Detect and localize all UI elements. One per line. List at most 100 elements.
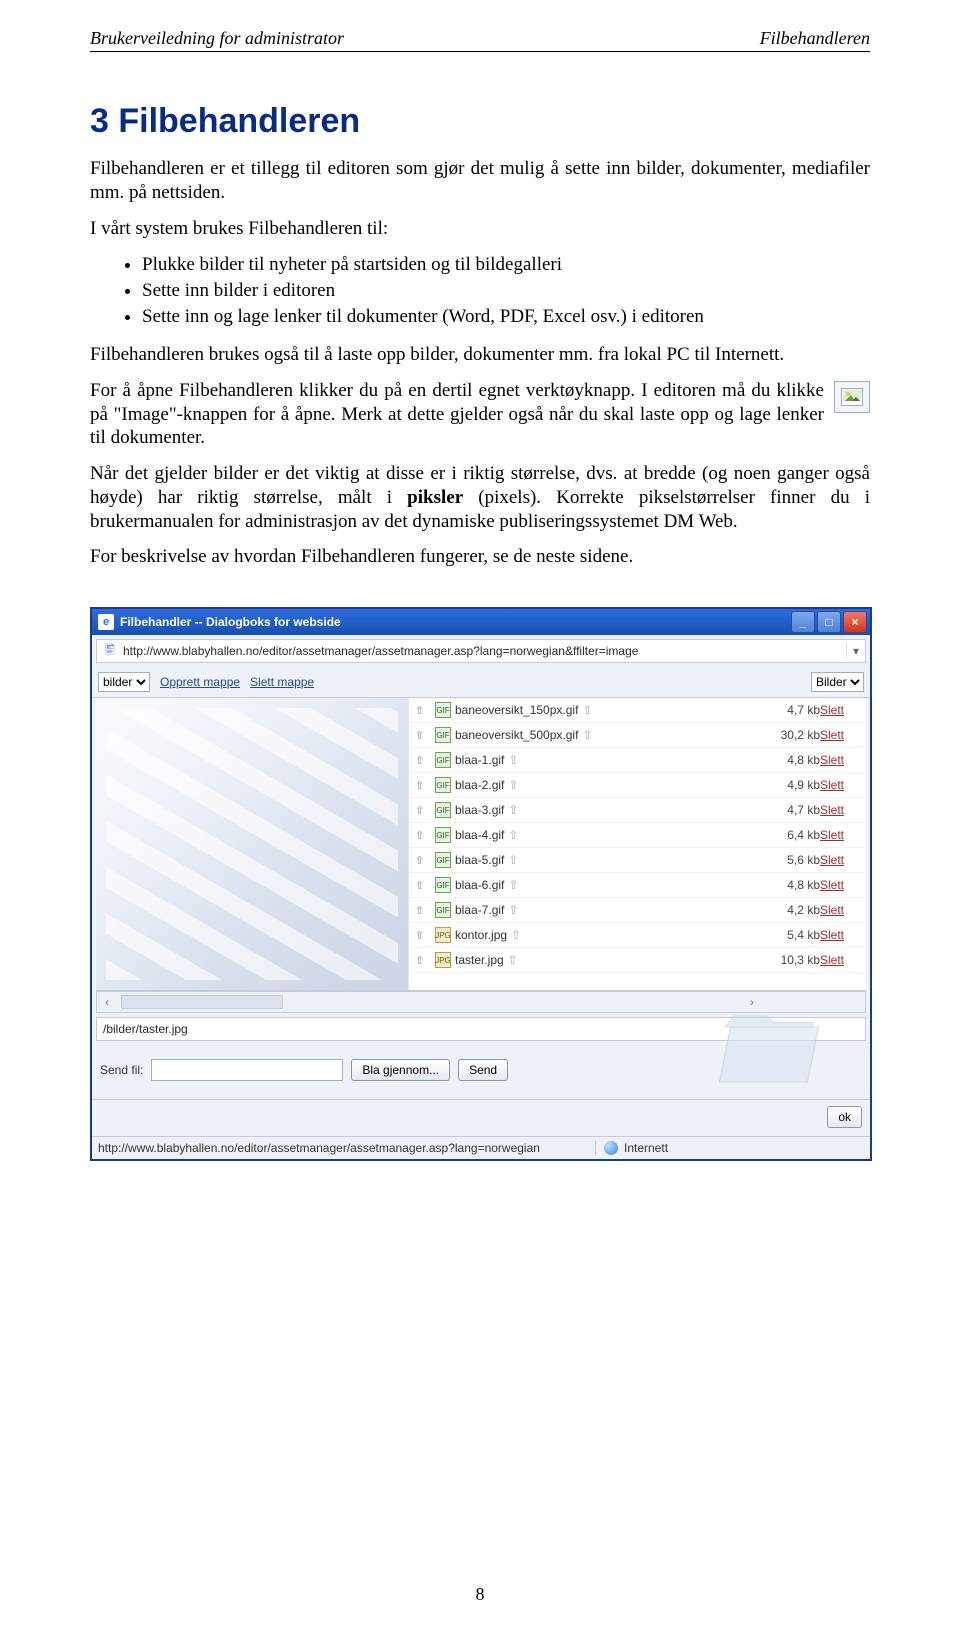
file-size: 4,2 kb	[760, 903, 820, 917]
insert-icon[interactable]: ⇧	[415, 754, 435, 767]
uses-list: Plukke bilder til nyheter på startsiden …	[90, 252, 870, 329]
create-folder-link[interactable]: Opprett mappe	[160, 675, 240, 689]
filetype-icon: GIF	[435, 702, 451, 718]
table-row[interactable]: ⇧GIFblaa-2.gif ⇧4,9 kbSlett	[409, 773, 866, 798]
insert-icon[interactable]: ⇧	[415, 729, 435, 742]
file-size: 4,7 kb	[760, 703, 820, 717]
maximize-button[interactable]: □	[817, 611, 841, 633]
file-size: 5,6 kb	[760, 853, 820, 867]
address-bar[interactable]: 🖺 http://www.blabyhallen.no/editor/asset…	[96, 639, 866, 663]
file-size: 6,4 kb	[760, 828, 820, 842]
delete-link[interactable]: Slett	[820, 903, 844, 917]
delete-link[interactable]: Slett	[820, 878, 844, 892]
header-right: Filbehandleren	[760, 28, 870, 49]
filetype-icon: GIF	[435, 752, 451, 768]
header-left: Brukerveiledning for administrator	[90, 28, 344, 49]
insert-icon[interactable]: ⇧	[415, 704, 435, 717]
file-size: 4,7 kb	[760, 803, 820, 817]
insert-icon[interactable]: ⇧	[415, 779, 435, 792]
minimize-button[interactable]: _	[791, 611, 815, 633]
filetype-icon: GIF	[435, 902, 451, 918]
folder-select[interactable]: bilder	[98, 672, 150, 692]
table-row[interactable]: ⇧GIFblaa-3.gif ⇧4,7 kbSlett	[409, 798, 866, 823]
titlebar[interactable]: e Filbehandler -- Dialogboks for webside…	[92, 609, 870, 635]
delete-link[interactable]: Slett	[820, 728, 844, 742]
file-name[interactable]: GIFblaa-6.gif ⇧	[435, 877, 760, 893]
delete-folder-link[interactable]: Slett mappe	[250, 675, 314, 689]
filetype-icon: GIF	[435, 727, 451, 743]
folder-open-icon	[714, 1003, 824, 1095]
insert-icon[interactable]: ⇧	[415, 854, 435, 867]
table-row[interactable]: ⇧GIFbaneoversikt_150px.gif ⇧4,7 kbSlett	[409, 698, 866, 723]
delete-link[interactable]: Slett	[820, 753, 844, 767]
insert-icon[interactable]: ⇧	[415, 954, 435, 967]
status-url: http://www.blabyhallen.no/editor/assetma…	[98, 1141, 540, 1155]
filetype-icon: JPG	[435, 927, 451, 943]
file-size: 5,4 kb	[760, 928, 820, 942]
file-input[interactable]	[151, 1059, 343, 1081]
table-row[interactable]: ⇧JPGkontor.jpg ⇧5,4 kbSlett	[409, 923, 866, 948]
file-size: 4,9 kb	[760, 778, 820, 792]
ok-button[interactable]: ok	[827, 1106, 862, 1128]
filetype-icon: GIF	[435, 802, 451, 818]
table-row[interactable]: ⇧GIFblaa-5.gif ⇧5,6 kbSlett	[409, 848, 866, 873]
uses-intro: I vårt system brukes Filbehandleren til:	[90, 217, 870, 241]
paragraph: For å åpne Filbehandleren klikker du på …	[90, 379, 870, 450]
address-url: http://www.blabyhallen.no/editor/assetma…	[123, 644, 846, 658]
file-name[interactable]: GIFbaneoversikt_500px.gif ⇧	[435, 727, 760, 743]
filetype-icon: GIF	[435, 877, 451, 893]
delete-link[interactable]: Slett	[820, 803, 844, 817]
globe-icon	[604, 1141, 618, 1155]
delete-link[interactable]: Slett	[820, 703, 844, 717]
file-name[interactable]: GIFblaa-5.gif ⇧	[435, 852, 760, 868]
insert-icon[interactable]: ⇧	[415, 929, 435, 942]
table-row[interactable]: ⇧GIFbaneoversikt_500px.gif ⇧30,2 kbSlett	[409, 723, 866, 748]
preview-pane	[96, 698, 409, 990]
file-name[interactable]: GIFblaa-3.gif ⇧	[435, 802, 760, 818]
paragraph: Når det gjelder bilder er det viktig at …	[90, 462, 870, 533]
insert-icon[interactable]: ⇧	[415, 879, 435, 892]
delete-link[interactable]: Slett	[820, 853, 844, 867]
filetype-icon: JPG	[435, 952, 451, 968]
scroll-left-icon[interactable]: ‹	[97, 995, 117, 1009]
insert-icon[interactable]: ⇧	[415, 804, 435, 817]
file-name[interactable]: JPGkontor.jpg ⇧	[435, 927, 760, 943]
ie-icon: e	[98, 614, 114, 630]
insert-icon[interactable]: ⇧	[415, 829, 435, 842]
table-row[interactable]: ⇧GIFblaa-6.gif ⇧4,8 kbSlett	[409, 873, 866, 898]
window-title: Filbehandler -- Dialogboks for webside	[120, 615, 341, 629]
file-size: 4,8 kb	[760, 878, 820, 892]
send-file-label: Send fil:	[100, 1063, 143, 1077]
page-title: 3 Filbehandleren	[90, 102, 870, 141]
page-icon: 🖺	[101, 642, 119, 660]
address-dropdown-icon[interactable]: ▾	[846, 644, 865, 658]
send-button[interactable]: Send	[458, 1059, 508, 1081]
file-name[interactable]: JPGtaster.jpg ⇧	[435, 952, 760, 968]
close-button[interactable]: ×	[843, 611, 867, 633]
table-row[interactable]: ⇧GIFblaa-1.gif ⇧4,8 kbSlett	[409, 748, 866, 773]
intro-paragraph: Filbehandleren er et tillegg til editore…	[90, 157, 870, 205]
file-name[interactable]: GIFbaneoversikt_150px.gif ⇧	[435, 702, 760, 718]
file-size: 4,8 kb	[760, 753, 820, 767]
table-row[interactable]: ⇧GIFblaa-4.gif ⇧6,4 kbSlett	[409, 823, 866, 848]
filetype-icon: GIF	[435, 777, 451, 793]
type-select[interactable]: Bilder	[811, 672, 864, 692]
file-name[interactable]: GIFblaa-4.gif ⇧	[435, 827, 760, 843]
table-row[interactable]: ⇧JPGtaster.jpg ⇧10,3 kbSlett	[409, 948, 866, 973]
delete-link[interactable]: Slett	[820, 778, 844, 792]
scroll-thumb[interactable]	[121, 995, 283, 1009]
file-name[interactable]: GIFblaa-7.gif ⇧	[435, 902, 760, 918]
insert-icon[interactable]: ⇧	[415, 904, 435, 917]
filemanager-dialog: e Filbehandler -- Dialogboks for webside…	[90, 607, 872, 1161]
delete-link[interactable]: Slett	[820, 953, 844, 967]
table-row[interactable]: ⇧GIFblaa-7.gif ⇧4,2 kbSlett	[409, 898, 866, 923]
filetype-icon: GIF	[435, 827, 451, 843]
list-item: Sette inn og lage lenker til dokumenter …	[142, 304, 870, 330]
delete-link[interactable]: Slett	[820, 928, 844, 942]
browse-button[interactable]: Bla gjennom...	[351, 1059, 450, 1081]
delete-link[interactable]: Slett	[820, 828, 844, 842]
file-name[interactable]: GIFblaa-1.gif ⇧	[435, 752, 760, 768]
filetype-icon: GIF	[435, 852, 451, 868]
file-size: 30,2 kb	[760, 728, 820, 742]
file-name[interactable]: GIFblaa-2.gif ⇧	[435, 777, 760, 793]
